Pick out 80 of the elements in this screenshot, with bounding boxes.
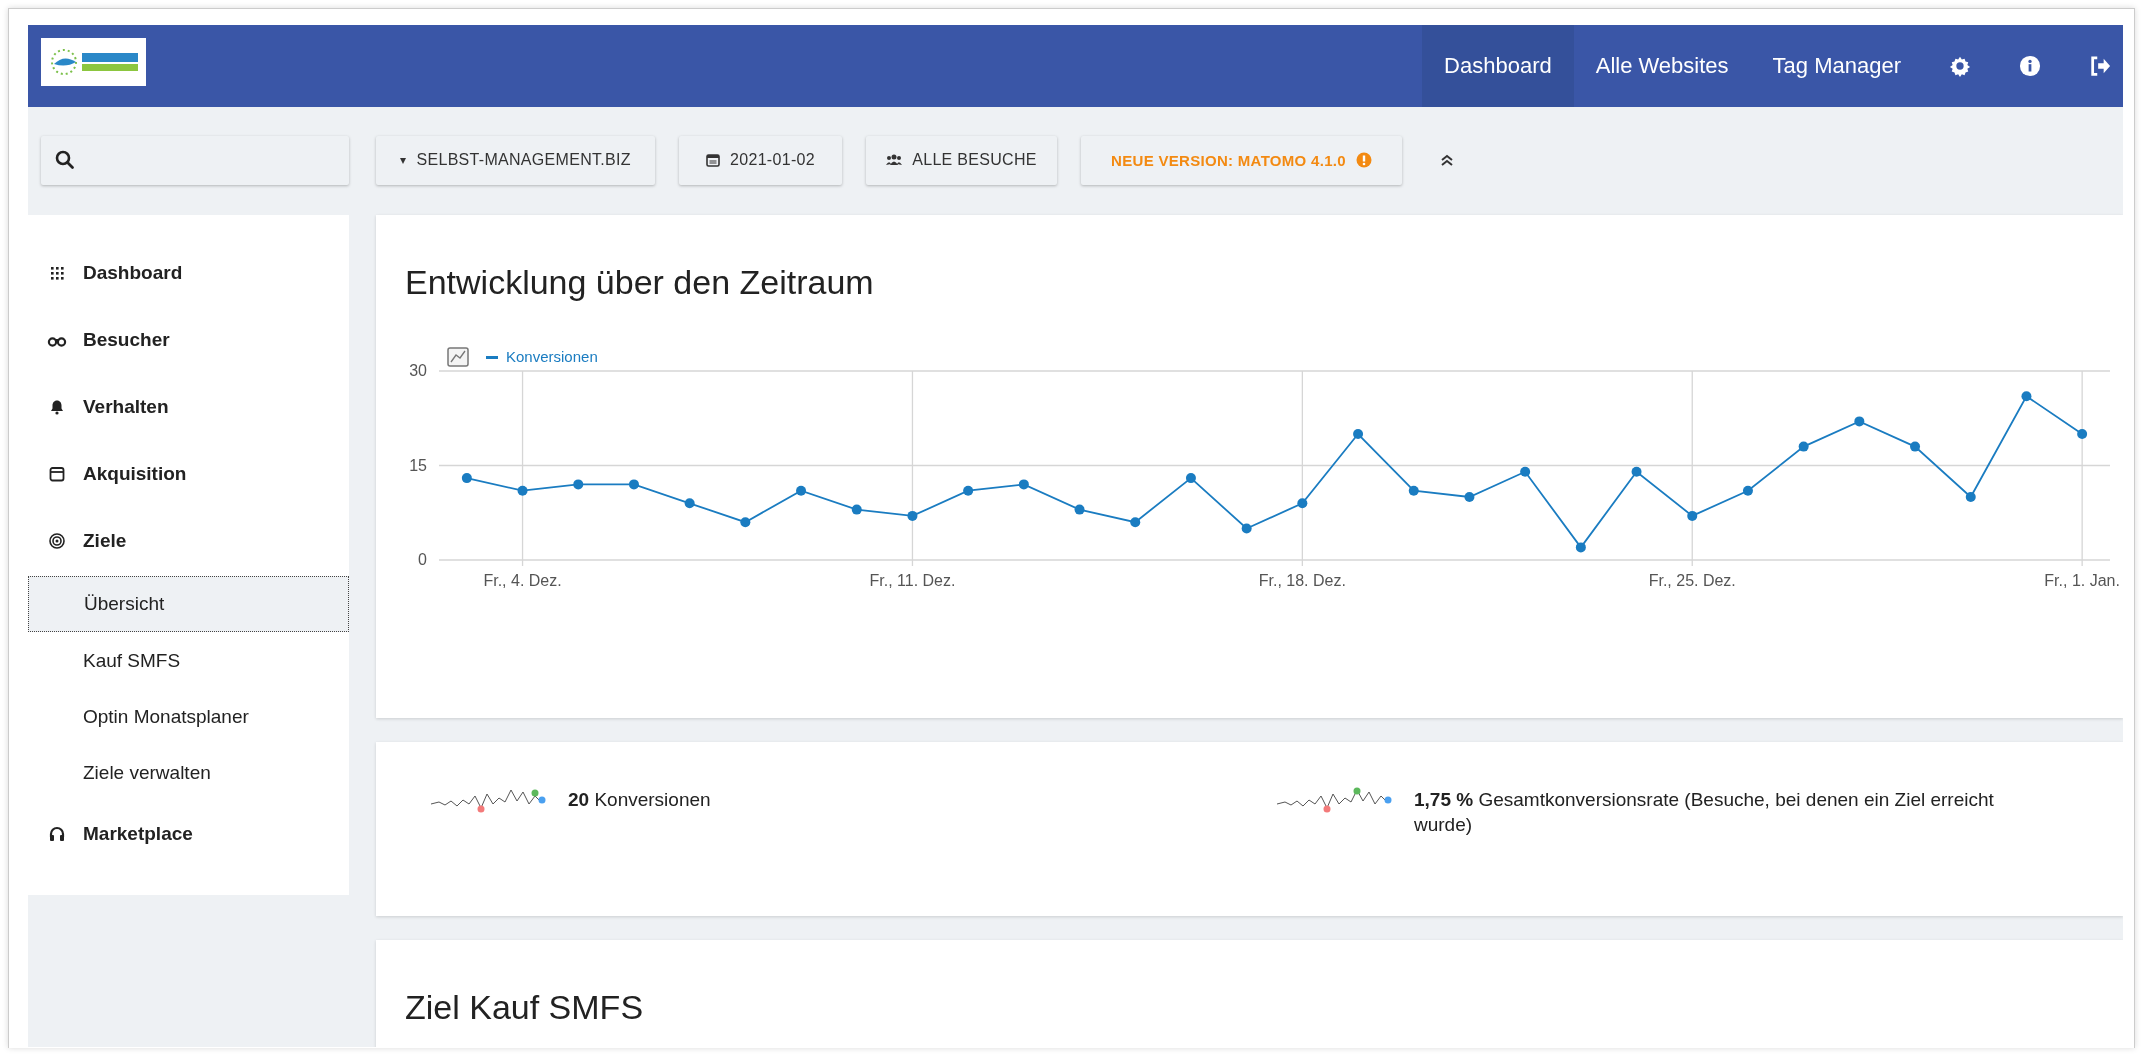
headphones-icon (47, 825, 67, 842)
submenu-item[interactable]: Kauf SMFS (28, 634, 349, 688)
menu-item[interactable]: Besucher (28, 306, 349, 373)
card-title: Entwicklung über den Zeitraum (404, 262, 875, 302)
warning-icon (1355, 152, 1372, 168)
collapse-icon[interactable] (1440, 153, 1454, 167)
axis-label: 15 (409, 456, 427, 474)
info-icon[interactable] (2019, 55, 2041, 77)
menu-item-label: Dashboard (83, 261, 183, 284)
menu-item[interactable]: Dashboard (28, 239, 349, 306)
data-point (740, 517, 751, 528)
data-point (1575, 542, 1586, 553)
data-point (1687, 510, 1698, 521)
data-point (1408, 485, 1419, 496)
data-point (796, 485, 807, 496)
metric-text: 1,75 % Gesamtkonversionsrate (Besuche, bei denen ein Ziel erreicht wurde) (1414, 788, 1995, 837)
data-point (1353, 429, 1364, 439)
data-point (628, 479, 639, 490)
data-point (1464, 492, 1475, 502)
target-icon (47, 532, 67, 549)
menu-item[interactable]: Akquisition (28, 440, 349, 507)
data-point (851, 504, 862, 515)
menu-item-label: Marketplace (83, 822, 193, 845)
data-point (2077, 429, 2088, 439)
data-point (1185, 473, 1196, 484)
axis-label: Fr., 18. Dez. (1258, 572, 1346, 589)
search-field[interactable] (41, 135, 349, 185)
legend-label: Konversionen (506, 348, 598, 365)
calendar-icon (47, 465, 67, 482)
metric-text: 20 Konversionen (568, 788, 711, 812)
axis-label: 30 (409, 362, 427, 379)
data-point (1798, 441, 1809, 452)
date-selector-button[interactable]: 2021-01-02 (679, 135, 842, 185)
data-point (461, 473, 472, 484)
data-point (1910, 441, 1921, 452)
data-point (1520, 466, 1531, 477)
axis-label: Fr., 25. Dez. (1648, 572, 1736, 589)
nav-link[interactable]: Tag Manager (1750, 25, 1923, 107)
data-point (1631, 466, 1642, 477)
data-point (1130, 517, 1141, 528)
chart-type-icon[interactable] (447, 347, 469, 367)
nav-link[interactable]: Alle Websites (1573, 25, 1751, 107)
menu-item[interactable]: Ziele (28, 507, 349, 574)
users-icon (886, 154, 903, 166)
menu-item-label: Akquisition (83, 462, 187, 485)
submenu-item[interactable]: Übersicht (28, 576, 349, 632)
data-point (1965, 492, 1976, 502)
data-point (684, 498, 695, 509)
logout-icon[interactable] (2089, 55, 2111, 77)
menu-item[interactable]: Verhalten (28, 373, 349, 440)
axis-label: Fr., 11. Dez. (869, 572, 956, 589)
data-point (573, 479, 584, 490)
data-point (1018, 479, 1029, 490)
nav-link[interactable]: Dashboard (1422, 25, 1574, 107)
data-point (1074, 504, 1085, 515)
axis-label: 0 (418, 551, 427, 568)
menu-item-label: Ziele (83, 529, 127, 552)
menu-item-label: Verhalten (83, 395, 169, 418)
calendar-icon (706, 153, 721, 167)
segment-selector-button[interactable]: ALLE BESUCHE (866, 135, 1057, 185)
data-point (1854, 416, 1865, 427)
data-point (907, 510, 918, 521)
site-selector-button[interactable]: ▾ SELBST-MANAGEMENT.BIZ (376, 135, 655, 185)
settings-icon[interactable] (1949, 55, 1971, 77)
menu-item-label: Besucher (83, 328, 170, 351)
data-point (1297, 498, 1308, 509)
submenu-item[interactable]: Ziele verwalten (28, 746, 349, 800)
data-point (517, 485, 528, 496)
data-point (963, 485, 974, 496)
axis-label: Fr., 4. Dez. (483, 572, 562, 589)
data-point (1742, 485, 1753, 496)
card-title: Ziel Kauf SMFS (404, 987, 645, 1027)
data-point (2021, 391, 2032, 402)
axis-label: Fr., 1. Jan. (2044, 572, 2120, 589)
logo[interactable] (41, 38, 146, 86)
legend-item[interactable]: Konversionen (486, 348, 598, 365)
search-icon (55, 150, 75, 170)
data-point (1241, 523, 1252, 534)
submenu-item[interactable]: Optin Monatsplaner (28, 690, 349, 744)
menu-item[interactable]: Marketplace (28, 800, 349, 867)
